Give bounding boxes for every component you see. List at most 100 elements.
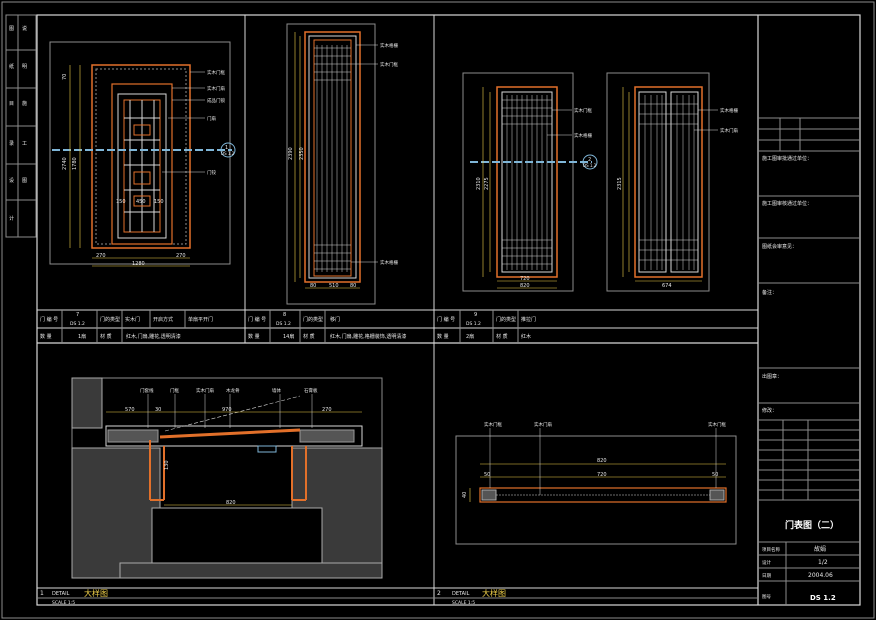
- leader-note: 实木门扇: [196, 387, 214, 394]
- strip-char: 图: [22, 178, 27, 184]
- leader-note: 实木门框: [574, 107, 592, 114]
- dim-label: 50: [484, 472, 490, 478]
- schedule-ref-sheet: DS 1.2: [70, 321, 85, 327]
- dim-label: 30: [155, 407, 161, 413]
- leader-note: 木龙骨: [226, 387, 240, 394]
- schedule-value: 1扇: [78, 333, 86, 340]
- caption-scale: SCALE 1:5: [52, 600, 75, 606]
- sheet-title: 门表图（二）: [785, 519, 839, 531]
- dim-label: 130: [164, 460, 170, 470]
- dim-label: 1280: [132, 261, 145, 267]
- schedule-ref: 8: [283, 312, 286, 318]
- dim-label: 510: [329, 283, 339, 289]
- dim-label: 2350: [299, 147, 305, 160]
- tb-field: 出图章：: [762, 373, 782, 380]
- strip-char: 设: [9, 177, 14, 184]
- left-strip: 图 纸 目 录 设 计 说 明 施 工 图: [5, 14, 37, 238]
- caption-code: DETAIL: [52, 591, 70, 597]
- schedule-value: 14扇: [283, 333, 294, 340]
- caption-code: DETAIL: [452, 591, 470, 597]
- drawing-number: DS 1.2: [810, 594, 836, 602]
- leader-note: 实木格栅: [380, 42, 398, 49]
- dim-label: 570: [125, 407, 135, 413]
- tb-field: 施工图审批通过单位：: [762, 155, 812, 162]
- dim-label: 40: [462, 492, 468, 498]
- strip-char: 录: [9, 140, 14, 147]
- dim-label: 2275: [484, 177, 490, 190]
- caption-title: 大样图: [84, 588, 108, 598]
- elevation-door-c: 2 DS 1.2 2310 2275 720 820 实木门框 实木格栅 231…: [462, 72, 738, 292]
- caption-scale: SCALE 1:5: [452, 600, 475, 606]
- dim-label: 820: [597, 458, 607, 464]
- tb-field: 备注：: [762, 289, 777, 296]
- strip-char: 图: [9, 26, 14, 32]
- schedule-value: 实木门: [125, 316, 140, 323]
- elevation-door-a: 1 DS 1.2 70 2740 1780 270 1280 270 150 4…: [49, 41, 236, 267]
- leader-note: 实木门扇: [207, 85, 225, 92]
- dim-label: 80: [350, 283, 356, 289]
- dim-label: 2740: [62, 157, 68, 170]
- leader-note: 实木门扇: [534, 421, 552, 428]
- schedule-label: 数 量: [40, 333, 52, 340]
- schedule-value: 红木,门扇,雕花,透明清漆: [126, 333, 181, 340]
- schedule-label: 材 质: [496, 333, 508, 340]
- detail-captions: 1 DETAIL 大样图 SCALE 1:5 2 DETAIL 大样图 SCAL…: [37, 588, 758, 606]
- schedule-label: 门 编 号: [248, 316, 266, 323]
- dim-label: 2315: [617, 177, 623, 190]
- dim-label: 1780: [72, 157, 78, 170]
- caption-title: 大样图: [482, 588, 506, 598]
- leader-note: 实木门框: [380, 61, 398, 68]
- dim-label: 270: [96, 253, 106, 259]
- schedule-label: 门的类型: [100, 316, 120, 323]
- schedule-label: 门的类型: [496, 316, 516, 323]
- strip-char: 工: [22, 141, 27, 147]
- dim-label: 674: [662, 283, 672, 289]
- elevation-door-b: 2390 2350 80 510 80 实木格栅 实木门框 实木格栅: [286, 23, 398, 305]
- dim-label: 150: [116, 199, 126, 205]
- tb-label: 设计: [762, 559, 771, 566]
- tb-label: 图号: [762, 594, 771, 600]
- schedule-value: 移门: [330, 316, 340, 323]
- dim-label: 50: [712, 472, 718, 478]
- schedule-label: 门 编 号: [437, 316, 455, 323]
- dim-label: 2310: [476, 177, 482, 190]
- leader-note: 门套线: [140, 387, 154, 394]
- leader-note: 石膏板: [304, 387, 318, 394]
- dim-label: 70: [62, 74, 68, 80]
- strip-char: 施: [22, 100, 27, 107]
- designer-name: 故娟: [814, 545, 826, 553]
- strip-char: 说: [22, 25, 27, 32]
- schedule-value: 2扇: [466, 333, 474, 340]
- tb-label: 项目名称: [762, 546, 780, 553]
- schedule-label: 门 编 号: [40, 316, 58, 323]
- schedule-label: 数 量: [437, 333, 449, 340]
- leader-note: 门铰: [207, 169, 216, 176]
- schedule-value: 推拉门: [521, 316, 536, 323]
- strip-char: 明: [22, 64, 27, 70]
- strip-char: 计: [9, 215, 14, 222]
- leader-note: 墙体: [272, 387, 281, 394]
- leader-note: 实木格栅: [720, 107, 738, 114]
- dim-label: 820: [520, 283, 530, 289]
- schedule-value: 单扇平开门: [188, 316, 213, 323]
- section-mark-sheet: DS 1.2: [221, 151, 235, 156]
- door-schedule: 门 编 号 数 量 7 DS 1.2 门的类型 实木门 开启方式 单扇平开门 1…: [40, 310, 536, 343]
- leader-note: 成品门锁: [207, 97, 225, 104]
- tb-field: 施工图审核通过单位：: [762, 200, 812, 207]
- leader-note: 实木门框: [708, 421, 726, 428]
- tb-field: 图纸会审意见：: [762, 243, 797, 250]
- schedule-ref-sheet: DS 1.2: [276, 321, 291, 327]
- tb-field: 修改：: [762, 407, 777, 414]
- dim-label: 270: [176, 253, 186, 259]
- leader-note: 实木门框: [207, 69, 225, 76]
- schedule-label: 材 质: [100, 333, 112, 340]
- dim-label: 2390: [288, 147, 294, 160]
- schedule-label: 数 量: [248, 333, 260, 340]
- schedule-ref-sheet: DS 1.2: [466, 321, 481, 327]
- dim-label: 270: [322, 407, 332, 413]
- dim-label: 720: [520, 276, 530, 282]
- leader-note: 实木门扇: [720, 127, 738, 134]
- leader-note: 实木格栅: [380, 259, 398, 266]
- date-value: 2004.06: [808, 572, 833, 579]
- caption-no: 1: [40, 590, 44, 597]
